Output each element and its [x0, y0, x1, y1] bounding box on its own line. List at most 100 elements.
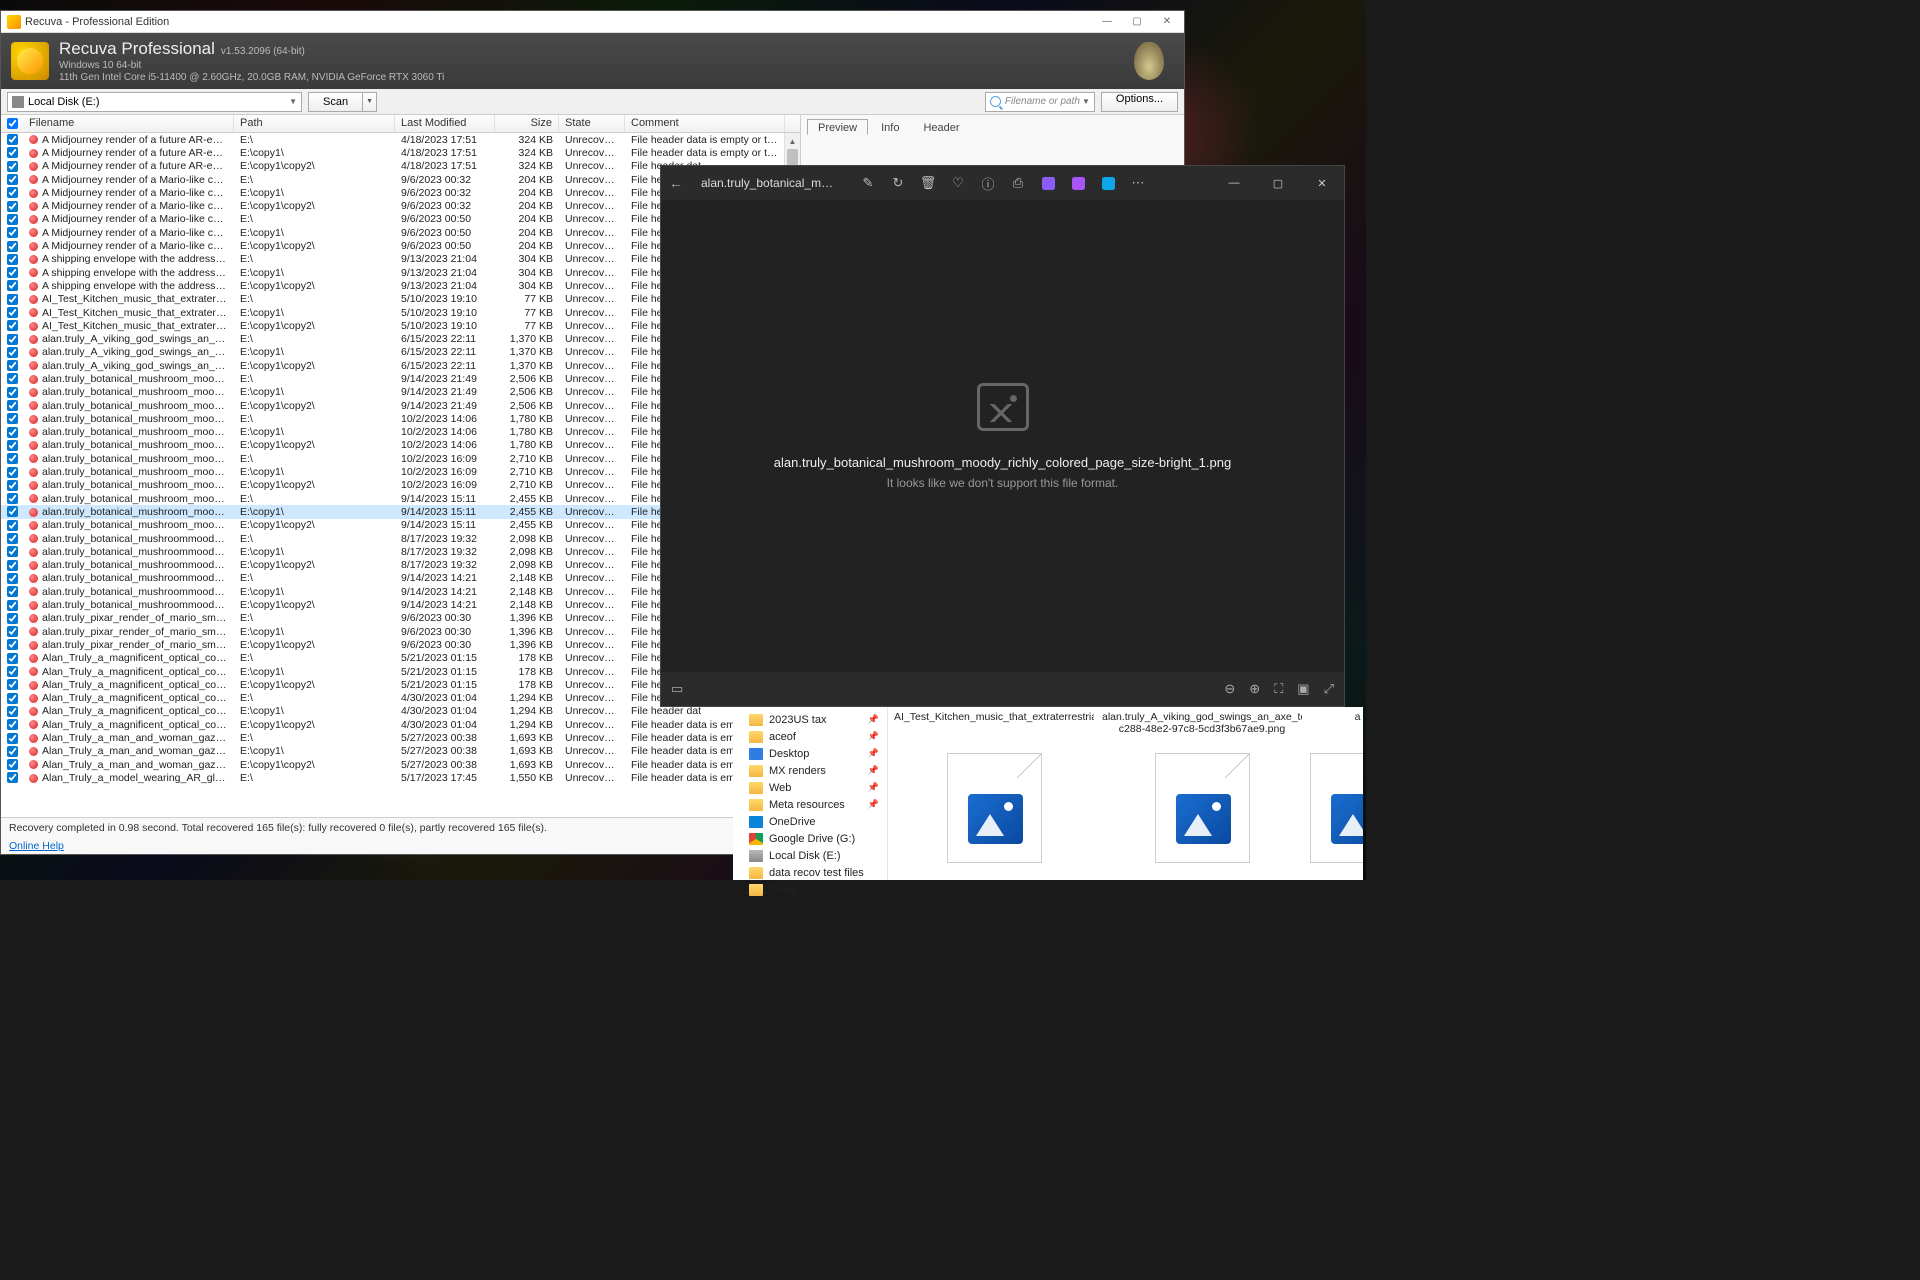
nav-item[interactable]: Local Disk (E:)	[733, 847, 887, 864]
close-button[interactable]: ✕	[1152, 12, 1182, 32]
row-checkbox[interactable]	[1, 174, 23, 185]
nav-item[interactable]: Desktop📌	[733, 745, 887, 762]
row-checkbox[interactable]	[1, 733, 23, 744]
row-checkbox[interactable]	[1, 427, 23, 438]
tab-header[interactable]: Header	[912, 119, 970, 135]
filmstrip-icon[interactable]: ▭	[671, 681, 683, 697]
designer-icon[interactable]	[1066, 171, 1090, 195]
row-checkbox[interactable]	[1, 280, 23, 291]
more-icon[interactable]: ⋯	[1126, 171, 1150, 195]
row-checkbox[interactable]	[1, 679, 23, 690]
col-filename[interactable]: Filename	[23, 115, 234, 132]
row-checkbox[interactable]	[1, 334, 23, 345]
scan-dropdown-button[interactable]: ▼	[363, 92, 377, 112]
row-checkbox[interactable]	[1, 254, 23, 265]
row-checkbox[interactable]	[1, 746, 23, 757]
row-checkbox[interactable]	[1, 307, 23, 318]
nav-item[interactable]: OneDrive	[733, 813, 887, 830]
row-checkbox[interactable]	[1, 161, 23, 172]
row-checkbox[interactable]	[1, 626, 23, 637]
row-checkbox[interactable]	[1, 666, 23, 677]
select-all-checkbox[interactable]	[1, 115, 23, 132]
maximize-button[interactable]: ▢	[1256, 166, 1300, 200]
col-last-modified[interactable]: Last Modified	[395, 115, 495, 132]
minimize-button[interactable]: —	[1092, 12, 1122, 32]
drive-select[interactable]: Local Disk (E:) ▼	[7, 92, 302, 112]
tab-preview[interactable]: Preview	[807, 119, 868, 135]
col-comment[interactable]: Comment	[625, 115, 785, 132]
col-path[interactable]: Path	[234, 115, 395, 132]
row-checkbox[interactable]	[1, 546, 23, 557]
edit-icon[interactable]: ✎	[856, 171, 880, 195]
row-checkbox[interactable]	[1, 413, 23, 424]
col-state[interactable]: State	[559, 115, 625, 132]
row-checkbox[interactable]	[1, 453, 23, 464]
tab-info[interactable]: Info	[870, 119, 910, 135]
nav-item[interactable]: Meta resources📌	[733, 796, 887, 813]
row-checkbox[interactable]	[1, 187, 23, 198]
online-help-link[interactable]: Online Help	[9, 840, 64, 852]
table-row[interactable]: A Midjourney render of a future AR-enhan…	[1, 146, 800, 159]
nav-item[interactable]: Web📌	[733, 779, 887, 796]
table-row[interactable]: Alan_Truly_a_man_and_woman_gaze_with_won…	[1, 758, 800, 771]
row-checkbox[interactable]	[1, 772, 23, 783]
row-checkbox[interactable]	[1, 706, 23, 717]
row-checkbox[interactable]	[1, 639, 23, 650]
file-item[interactable]: a	[1310, 711, 1363, 863]
scan-button[interactable]: Scan	[308, 92, 363, 112]
row-checkbox[interactable]	[1, 387, 23, 398]
nav-item[interactable]: data recov test files	[733, 864, 887, 881]
recuva-titlebar[interactable]: Recuva - Professional Edition — ▢ ✕	[1, 11, 1184, 33]
info-icon[interactable]: ⓘ	[976, 171, 1000, 195]
clipchamp-icon[interactable]	[1036, 171, 1060, 195]
nav-item[interactable]: MX renders📌	[733, 762, 887, 779]
row-checkbox[interactable]	[1, 719, 23, 730]
nav-item[interactable]: !Gimp	[733, 881, 887, 898]
row-checkbox[interactable]	[1, 560, 23, 571]
table-row[interactable]: Alan_Truly_a_man_and_woman_gaze_with_won…	[1, 731, 800, 744]
print-icon[interactable]: ⎙	[1006, 171, 1030, 195]
table-row[interactable]: A Midjourney render of a future AR-enhan…	[1, 133, 800, 146]
row-checkbox[interactable]	[1, 653, 23, 664]
nav-item[interactable]: aceof📌	[733, 728, 887, 745]
row-checkbox[interactable]	[1, 493, 23, 504]
table-row[interactable]: Alan_Truly_a_man_and_woman_gaze_with_won…	[1, 745, 800, 758]
row-checkbox[interactable]	[1, 520, 23, 531]
options-button[interactable]: Options...	[1101, 92, 1178, 112]
row-checkbox[interactable]	[1, 480, 23, 491]
row-checkbox[interactable]	[1, 533, 23, 544]
nav-item[interactable]: 2023US tax📌	[733, 711, 887, 728]
row-checkbox[interactable]	[1, 693, 23, 704]
onedrive-icon[interactable]	[1096, 171, 1120, 195]
row-checkbox[interactable]	[1, 320, 23, 331]
zoom-out-icon[interactable]: ⊖	[1224, 681, 1235, 697]
row-checkbox[interactable]	[1, 759, 23, 770]
fit-icon[interactable]: ⛶	[1274, 681, 1283, 697]
row-checkbox[interactable]	[1, 347, 23, 358]
table-row[interactable]: Alan_Truly_a_magnificent_optical_compute…	[1, 718, 800, 731]
delete-icon[interactable]: 🗑	[916, 171, 940, 195]
row-checkbox[interactable]	[1, 600, 23, 611]
file-item[interactable]: alan.truly_A_viking_god_swings_an_axe_to…	[1102, 711, 1302, 863]
row-checkbox[interactable]	[1, 294, 23, 305]
row-checkbox[interactable]	[1, 214, 23, 225]
row-checkbox[interactable]	[1, 147, 23, 158]
row-checkbox[interactable]	[1, 440, 23, 451]
favorite-icon[interactable]: ♡	[946, 171, 970, 195]
nav-item[interactable]: Google Drive (G:)	[733, 830, 887, 847]
row-checkbox[interactable]	[1, 134, 23, 145]
row-checkbox[interactable]	[1, 573, 23, 584]
minimize-button[interactable]: —	[1212, 166, 1256, 200]
row-checkbox[interactable]	[1, 586, 23, 597]
actual-size-icon[interactable]: ▣	[1297, 681, 1309, 697]
row-checkbox[interactable]	[1, 267, 23, 278]
back-button[interactable]: ←	[669, 175, 697, 191]
file-item[interactable]: AI_Test_Kitchen_music_that_extraterrestr…	[894, 711, 1094, 863]
row-checkbox[interactable]	[1, 613, 23, 624]
rotate-icon[interactable]: ↻	[886, 171, 910, 195]
scroll-up-icon[interactable]: ▲	[785, 133, 800, 149]
row-checkbox[interactable]	[1, 227, 23, 238]
row-checkbox[interactable]	[1, 506, 23, 517]
zoom-in-icon[interactable]: ⊕	[1249, 681, 1260, 697]
row-checkbox[interactable]	[1, 373, 23, 384]
